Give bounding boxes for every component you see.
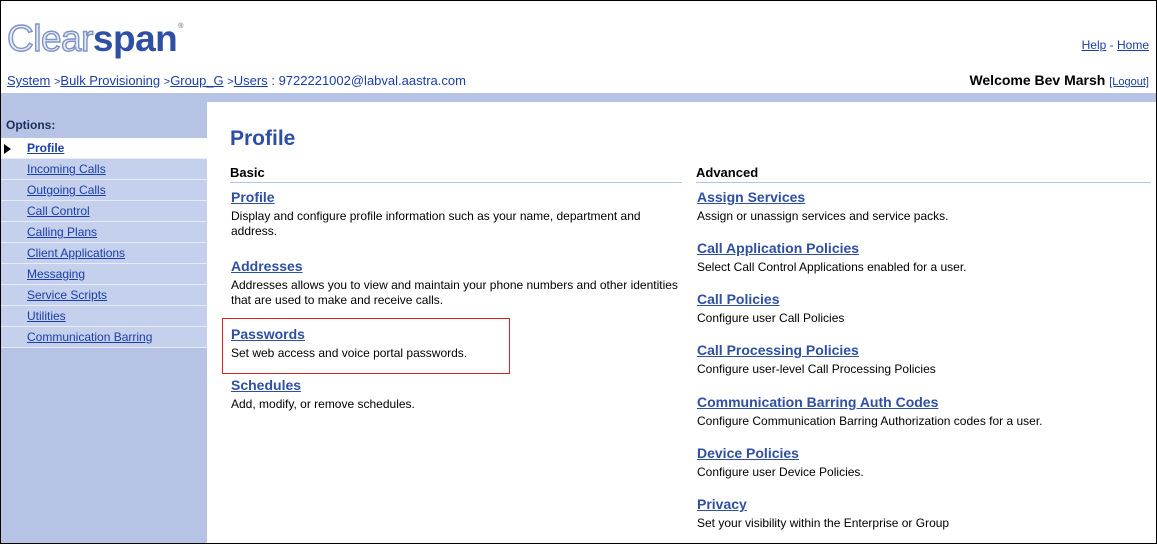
advanced-item-assign-services: Assign Services Assign or unassign servi… <box>697 190 1152 224</box>
breadcrumb: System >Bulk Provisioning >Group_G >User… <box>7 73 466 88</box>
advanced-heading: Advanced <box>696 165 759 180</box>
basic-item-schedules: Schedules Add, modify, or remove schedul… <box>231 378 651 412</box>
basic-item-passwords: Passwords Set web access and voice porta… <box>231 327 651 361</box>
logo-trademark: ® <box>178 23 183 30</box>
breadcrumb-group[interactable]: Group_G <box>170 73 223 88</box>
main-content: Profile Basic Advanced Profile Display a… <box>222 102 1156 543</box>
privacy-description: Set your visibility within the Enterpris… <box>697 516 950 530</box>
addresses-description: Addresses allows you to view and maintai… <box>231 278 678 307</box>
assign-services-link[interactable]: Assign Services <box>697 190 1152 205</box>
advanced-item-call-policies: Call Policies Configure user Call Polici… <box>697 292 1152 326</box>
sidebar-item-utilities[interactable]: Utilities <box>1 306 207 327</box>
sidebar-item-label: Incoming Calls <box>27 162 106 176</box>
call-processing-policies-description: Configure user-level Call Processing Pol… <box>697 362 936 376</box>
sidebar-item-communication-barring[interactable]: Communication Barring <box>1 327 207 348</box>
call-processing-policies-link[interactable]: Call Processing Policies <box>697 343 1152 358</box>
schedules-description: Add, modify, or remove schedules. <box>231 397 415 411</box>
sidebar-item-label: Client Applications <box>27 246 126 260</box>
logout-link[interactable]: [Logout] <box>1109 76 1149 88</box>
sidebar-item-service-scripts[interactable]: Service Scripts <box>1 285 207 306</box>
sidebar-item-call-control[interactable]: Call Control <box>1 201 207 222</box>
page-frame: Clearspan® Help - Home System >Bulk Prov… <box>0 0 1157 544</box>
header-band <box>1 93 1156 102</box>
basic-heading: Basic <box>230 165 265 180</box>
top-links-separator: - <box>1106 38 1117 52</box>
addresses-link[interactable]: Addresses <box>231 259 693 274</box>
passwords-link[interactable]: Passwords <box>231 327 651 342</box>
sidebar-item-label: Utilities <box>27 309 66 323</box>
privacy-link[interactable]: Privacy <box>697 497 1152 512</box>
advanced-item-privacy: Privacy Set your visibility within the E… <box>697 497 1152 531</box>
sidebar-item-incoming-calls[interactable]: Incoming Calls <box>1 159 207 180</box>
passwords-description: Set web access and voice portal password… <box>231 346 468 360</box>
sidebar-item-label: Outgoing Calls <box>27 183 106 197</box>
selected-bullet-icon <box>4 144 11 154</box>
help-link[interactable]: Help <box>1082 38 1107 52</box>
communication-barring-auth-codes-link[interactable]: Communication Barring Auth Codes <box>697 395 1152 410</box>
breadcrumb-users[interactable]: Users <box>234 73 268 88</box>
basic-item-addresses: Addresses Addresses allows you to view a… <box>231 259 693 308</box>
communication-barring-auth-codes-description: Configure Communication Barring Authoriz… <box>697 414 1043 428</box>
sidebar-item-profile[interactable]: Profile <box>1 138 207 159</box>
logo-bold-text: span <box>92 18 178 59</box>
sidebar-item-label: Communication Barring <box>27 330 153 344</box>
advanced-item-call-processing-policies: Call Processing Policies Configure user-… <box>697 343 1152 377</box>
breadcrumb-current-user: 9722221002@labval.aastra.com <box>278 73 466 88</box>
advanced-item-device-policies: Device Policies Configure user Device Po… <box>697 446 1152 480</box>
profile-link[interactable]: Profile <box>231 190 689 205</box>
sidebar-item-calling-plans[interactable]: Calling Plans <box>1 222 207 243</box>
call-application-policies-link[interactable]: Call Application Policies <box>697 241 1152 256</box>
welcome-text: Welcome Bev Marsh <box>969 72 1106 88</box>
options-label: Options: <box>6 118 56 132</box>
call-policies-link[interactable]: Call Policies <box>697 292 1152 307</box>
advanced-item-communication-barring-auth-codes: Communication Barring Auth Codes Configu… <box>697 395 1152 429</box>
breadcrumb-current-separator: : <box>271 73 275 88</box>
top-links: Help - Home <box>1082 38 1149 52</box>
home-link[interactable]: Home <box>1117 38 1149 52</box>
device-policies-link[interactable]: Device Policies <box>697 446 1152 461</box>
sidebar-item-label: Messaging <box>27 267 86 281</box>
sidebar-item-client-applications[interactable]: Client Applications <box>1 243 207 264</box>
advanced-item-call-application-policies: Call Application Policies Select Call Co… <box>697 241 1152 275</box>
assign-services-description: Assign or unassign services and service … <box>697 209 949 223</box>
call-application-policies-description: Select Call Control Applications enabled… <box>697 260 967 274</box>
sidebar: Options: Profile Incoming Calls Outgoing… <box>1 102 207 543</box>
call-policies-description: Configure user Call Policies <box>697 311 845 325</box>
sidebar-item-label: Service Scripts <box>27 288 108 302</box>
device-policies-description: Configure user Device Policies. <box>697 465 864 479</box>
sidebar-nav: Profile Incoming Calls Outgoing Calls Ca… <box>1 138 207 348</box>
sidebar-item-label: Call Control <box>27 204 90 218</box>
clearspan-logo: Clearspan® <box>6 18 183 59</box>
sidebar-item-outgoing-calls[interactable]: Outgoing Calls <box>1 180 207 201</box>
profile-description: Display and configure profile informatio… <box>231 209 641 238</box>
breadcrumb-bulk-provisioning[interactable]: Bulk Provisioning <box>60 73 160 88</box>
sidebar-item-label: Calling Plans <box>27 225 98 239</box>
sidebar-item-messaging[interactable]: Messaging <box>1 264 207 285</box>
basic-divider <box>230 182 682 183</box>
logo-light-text: Clear <box>6 18 94 59</box>
schedules-link[interactable]: Schedules <box>231 378 651 393</box>
sidebar-item-label: Profile <box>27 141 65 155</box>
welcome-area: Welcome Bev Marsh [Logout] <box>969 72 1149 88</box>
advanced-divider <box>696 182 1151 183</box>
page-title: Profile <box>230 127 296 150</box>
basic-item-profile: Profile Display and configure profile in… <box>231 190 689 239</box>
breadcrumb-system[interactable]: System <box>7 73 50 88</box>
